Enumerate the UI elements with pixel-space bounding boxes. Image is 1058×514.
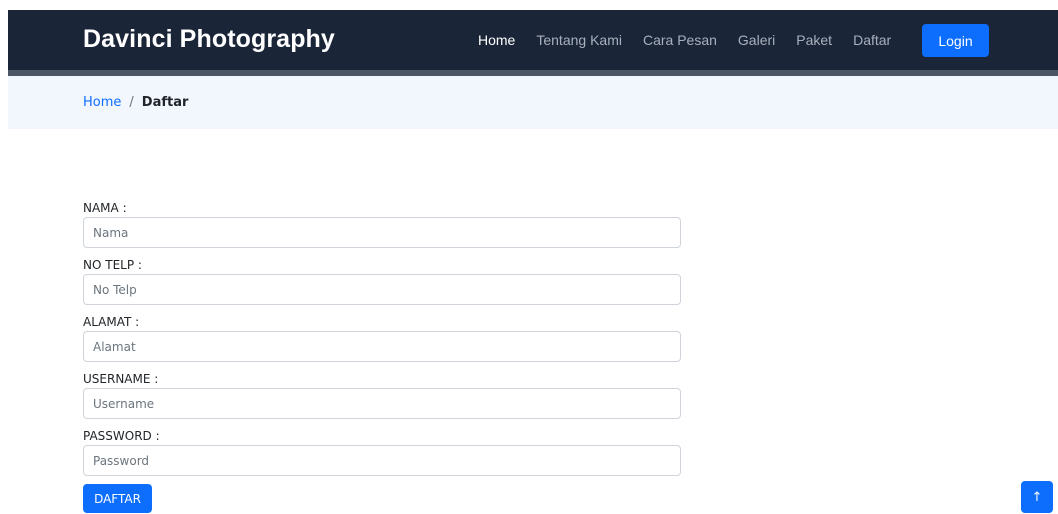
arrow-up-icon: ↑ [1031, 489, 1043, 505]
back-to-top-button[interactable]: ↑ [1021, 481, 1053, 513]
alamat-label: ALAMAT : [83, 315, 140, 329]
brand-logo[interactable]: Davinci Photography [83, 25, 335, 54]
breadcrumb: Home / Daftar [83, 95, 188, 110]
nav-item-tentang-kami[interactable]: Tentang Kami [536, 32, 622, 48]
nav-item-home[interactable]: Home [478, 32, 515, 48]
nav-item-cara-pesan[interactable]: Cara Pesan [643, 32, 717, 48]
username-label: USERNAME : [83, 372, 159, 386]
registration-form: NAMA : NO TELP : ALAMAT : USERNAME : PAS… [83, 199, 681, 513]
breadcrumb-separator: / [129, 95, 134, 110]
no-telp-input[interactable] [83, 274, 681, 305]
breadcrumb-bar: Home / Daftar [8, 76, 1058, 129]
no-telp-label: NO TELP : [83, 258, 142, 272]
alamat-input[interactable] [83, 331, 681, 362]
login-button[interactable]: Login [922, 24, 989, 57]
daftar-submit-button[interactable]: DAFTAR [83, 484, 152, 513]
nama-label: NAMA : [83, 201, 127, 215]
nama-input[interactable] [83, 217, 681, 248]
navbar: Davinci Photography Home Tentang Kami Ca… [8, 10, 1058, 76]
nav-item-daftar[interactable]: Daftar [853, 32, 891, 48]
main-nav: Home Tentang Kami Cara Pesan Galeri Pake… [478, 32, 912, 48]
password-label: PASSWORD : [83, 429, 160, 443]
nav-item-galeri[interactable]: Galeri [738, 32, 775, 48]
breadcrumb-home-link[interactable]: Home [83, 95, 121, 110]
breadcrumb-current: Daftar [141, 95, 189, 110]
password-input[interactable] [83, 445, 681, 476]
username-input[interactable] [83, 388, 681, 419]
nav-item-paket[interactable]: Paket [796, 32, 832, 48]
